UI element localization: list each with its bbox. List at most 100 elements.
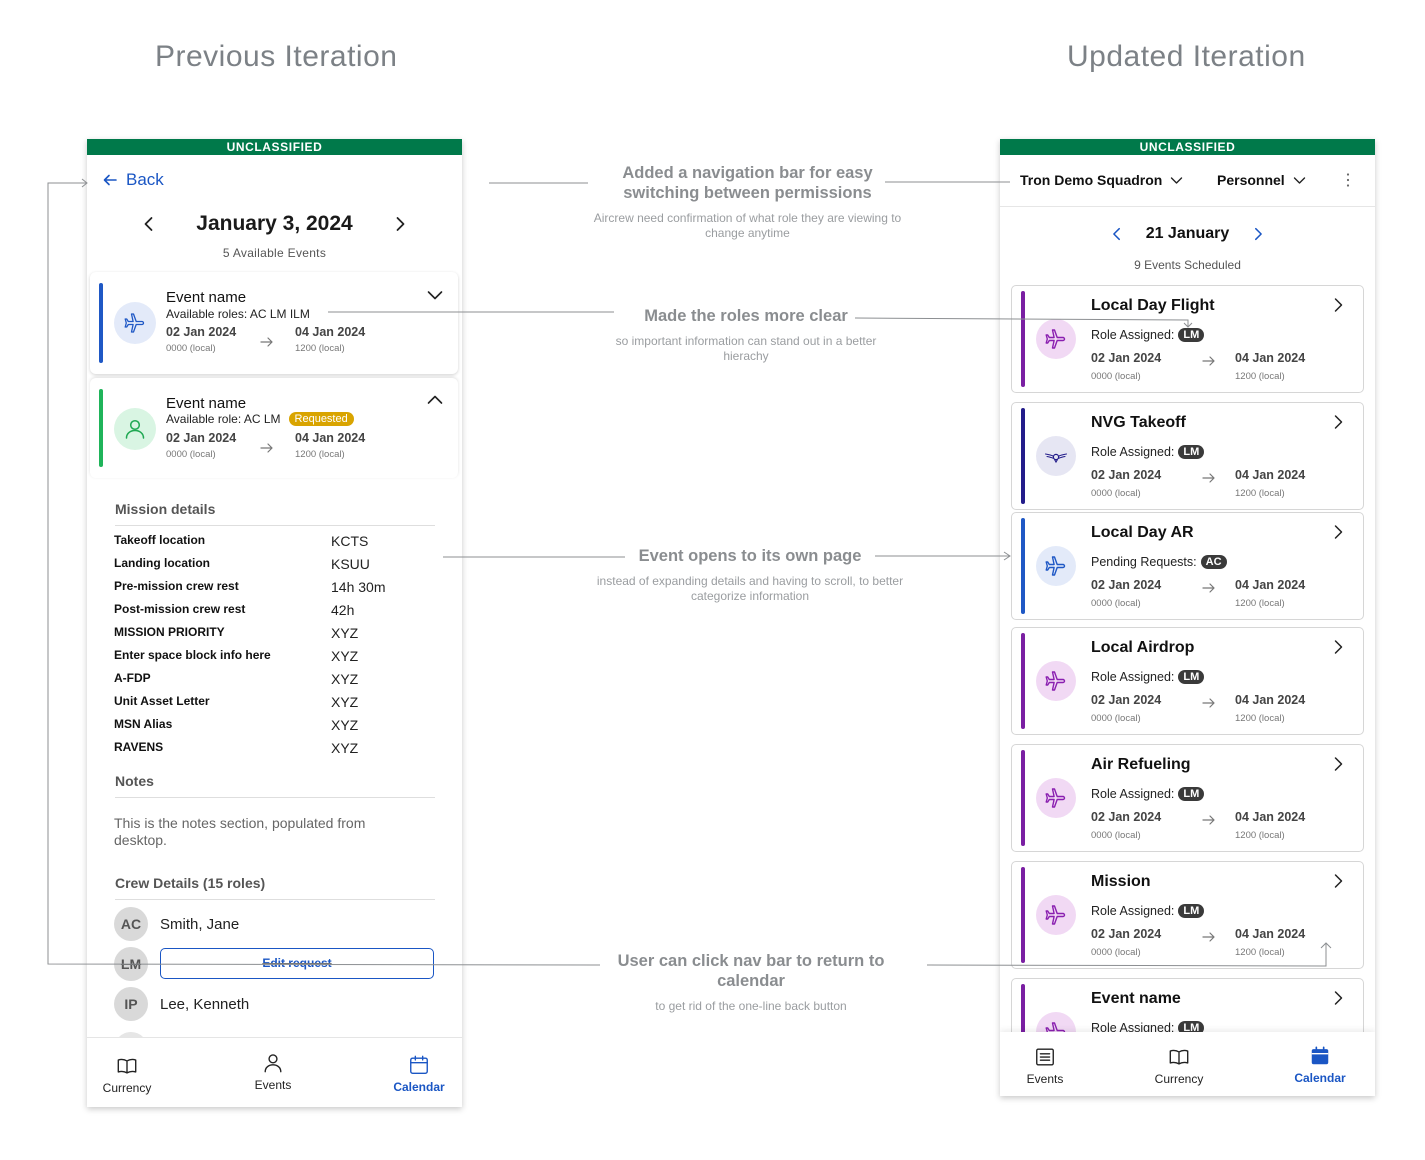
mission-detail-key: Post-mission crew rest [114,602,246,616]
event-start-date: 02 Jan 2024 [166,431,237,445]
event-card[interactable]: Local Day Flight Role Assigned: LM 02 Jan 2… [1011,285,1364,393]
event-card[interactable]: Local Airdrop Role Assigned: LM 02 Jan 2024… [1011,627,1364,735]
available-events-count: 5 Available Events [222,246,327,260]
tab-label: Events [254,1078,292,1092]
event-avatar [1036,895,1076,935]
chevron-right-icon [1255,227,1263,241]
view-selector[interactable]: Personnel [1217,172,1306,188]
mission-detail-key: Enter space block info here [114,648,271,662]
arrow-right-icon [1202,815,1215,825]
mission-detail-value: KSUU [331,556,370,572]
notes-heading: Notes [115,773,154,789]
chevron-right-icon[interactable] [1330,639,1346,655]
event-card[interactable]: Air Refueling Role Assigned: LM 02 Jan 2024… [1011,744,1364,852]
chevron-right-icon[interactable] [1330,873,1346,889]
tab-label: Currency [102,1081,152,1095]
mission-detail-value: KCTS [331,533,369,549]
previous-iteration-phone: UNCLASSIFIED Back January 3, 2024 5 Avai… [87,139,462,1107]
back-label: Back [126,170,164,189]
mission-detail-key: Takeoff location [114,533,206,547]
event-start-time: 0000 (local) [1091,713,1141,724]
event-color-bar [1021,408,1025,504]
roles-text: Available roles: AC LM ILM [166,307,310,321]
chevron-right-icon[interactable] [1330,414,1346,430]
next-day-button[interactable] [391,215,409,233]
event-card-expanded[interactable]: Event name Available role: AC LM Request… [90,378,458,478]
mission-detail-key: Unit Asset Letter [114,694,210,708]
event-card[interactable]: Mission Role Assigned: LM 02 Jan 2024 0000 (… [1011,861,1364,969]
crew-initials: IP [114,987,148,1021]
event-start-date: 02 Jan 2024 [1091,578,1162,592]
mission-detail-row: MISSION PRIORITY XYZ [114,625,434,648]
edit-request-button[interactable]: Edit request [160,948,434,979]
next-day-button[interactable] [1249,225,1267,243]
event-end-date: 04 Jan 2024 [1235,693,1306,707]
tab-events[interactable]: Events [1000,1046,1095,1086]
event-role: Role Assigned: LM [1091,328,1205,342]
event-start-time: 0000 (local) [1091,830,1141,841]
tab-currency[interactable]: Currency [1129,1046,1229,1086]
role-badge: LM [1178,445,1205,459]
squadron-selector[interactable]: Tron Demo Squadron [1020,172,1183,188]
role-badge: LM [1178,787,1205,801]
event-start-date: 02 Jan 2024 [1091,693,1162,707]
mission-detail-key: RAVENS [114,740,164,754]
previous-day-button[interactable] [1108,225,1126,243]
airplane-icon [1045,788,1066,808]
event-role: Role Assigned: LM [1091,904,1205,918]
mission-detail-row: MSN Alias XYZ [114,717,434,740]
event-title: Event name [1091,990,1181,1007]
airplane-icon [1045,905,1066,925]
annotation-heading: Added a navigation bar for easy switchin… [622,164,873,202]
chevron-up-icon[interactable] [426,391,444,409]
arrow-right-icon [1202,698,1215,708]
event-available-roles: Available roles: AC LM ILM [166,307,310,321]
updated-iteration-title: Updated Iteration [1067,40,1306,73]
chevron-right-icon[interactable] [1330,756,1346,772]
previous-day-button[interactable] [140,215,158,233]
chevron-down-icon[interactable] [426,286,444,304]
event-available-roles: Available role: AC LM Requested [166,412,354,426]
tab-currency[interactable]: Currency [87,1055,177,1095]
event-end-date: 04 Jan 2024 [1235,927,1306,941]
tab-calendar[interactable]: Calendar [1270,1045,1370,1085]
event-end-date: 04 Jan 2024 [295,325,366,339]
roles-text: Available role: AC LM [166,412,281,426]
arrow-left-icon [103,174,117,186]
more-options-icon[interactable] [1345,172,1351,188]
crew-row[interactable]: LM [114,947,148,981]
tab-calendar[interactable]: Calendar [369,1054,462,1094]
back-button[interactable]: Back [102,170,164,190]
chevron-left-icon [144,217,153,231]
event-color-bar [1021,518,1025,614]
mission-detail-value: XYZ [331,625,359,641]
chevron-right-icon[interactable] [1330,524,1346,540]
crew-row[interactable]: IP Lee, Kenneth [114,987,249,1021]
tab-events[interactable]: Events [223,1052,323,1092]
bottom-tab-bar: Events Currency Calendar [1000,1032,1375,1096]
event-card[interactable]: NVG Takeoff Role Assigned: LM 02 Jan 2024 00… [1011,402,1364,510]
event-end-date: 04 Jan 2024 [1235,468,1306,482]
view-name: Personnel [1217,172,1285,188]
current-date: January 3, 2024 [196,212,353,235]
arrow-right-icon [1202,473,1215,483]
event-card[interactable]: Local Day AR Pending Requests: AC 02 Jan 20… [1011,512,1364,620]
event-start-time: 0000 (local) [1091,598,1141,609]
role-badge: LM [1178,904,1205,918]
current-date: 21 January [1145,225,1230,242]
event-color-bar [1021,867,1025,963]
event-card[interactable]: Event name Available roles: AC LM ILM 02… [90,272,458,374]
mission-detail-row: Enter space block info here XYZ [114,648,434,671]
date-navigator: January 3, 2024 [87,209,462,239]
role-label: Role Assigned: [1091,904,1175,918]
mission-detail-row: A-FDP XYZ [114,671,434,694]
chevron-right-icon[interactable] [1330,297,1346,313]
event-color-bar [99,283,103,363]
role-badge: AC [1200,555,1227,569]
chevron-right-icon[interactable] [1330,990,1346,1006]
calendar-icon [1311,1046,1329,1065]
crew-row[interactable]: AC Smith, Jane [114,907,239,941]
mission-detail-key: Landing location [114,556,210,570]
event-title: Local Airdrop [1091,639,1195,656]
chevron-down-icon [1293,176,1305,184]
